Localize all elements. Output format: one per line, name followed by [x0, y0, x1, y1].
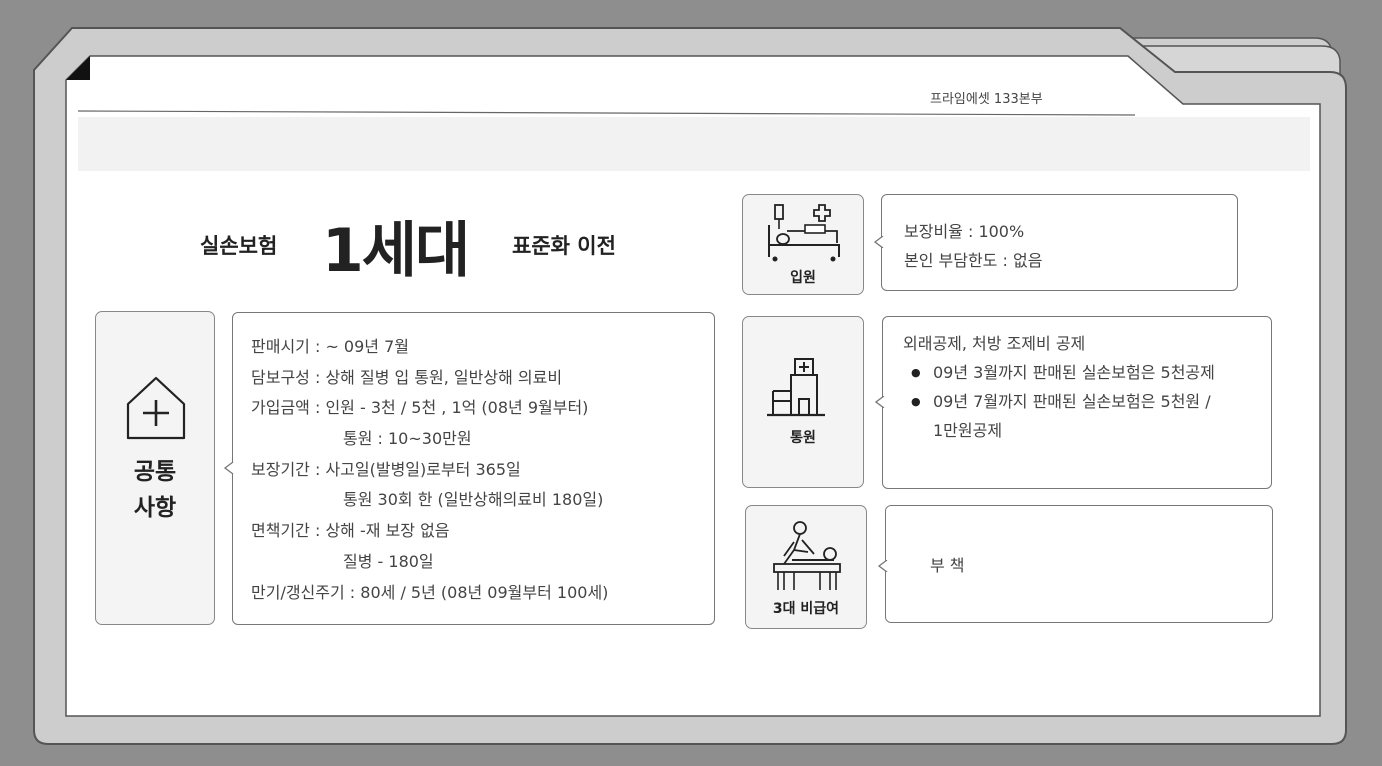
detail-amount-outpatient: 통원 : 10~30만원 [343, 429, 472, 449]
callout-notch [875, 396, 885, 408]
inpatient-label: 입원 [790, 270, 816, 286]
hospital-building-icon [767, 358, 825, 417]
detail-coverage: 담보구성 : 상해 질병 입 통원, 일반상해 의료비 [251, 367, 563, 387]
title-main: 1세대 [322, 216, 470, 286]
massage-therapy-icon [773, 521, 841, 590]
inpatient-line-ratio: 보장비율 : 100% [904, 222, 1025, 241]
house-plus-icon [126, 376, 186, 440]
callout-notch [878, 560, 888, 572]
outpatient-bullet: 09년 7월까지 판매된 실손보험은 5천원 / 1만원공제 [911, 387, 1223, 445]
title-prefix: 실손보험 [200, 234, 278, 258]
hospital-bed-icon [768, 204, 840, 262]
detail-amount: 가입금액 : 인원 - 3천 / 5천 , 1억 (08년 9월부터) [251, 398, 589, 418]
outpatient-box: 외래공제, 처방 조제비 공제 09년 3월까지 판매된 실손보험은 5천공제 … [882, 316, 1272, 489]
non-covered-box: 부 책 [885, 505, 1273, 623]
non-covered-tile: 3대 비급여 [745, 505, 867, 629]
detail-sale-period: 판매시기 : ~ 09년 7월 [251, 337, 409, 356]
outpatient-bullets: 09년 3월까지 판매된 실손보험은 5천공제 09년 7월까지 판매된 실손보… [903, 358, 1271, 445]
callout-notch [874, 236, 884, 248]
inpatient-box: 보장비율 : 100% 본인 부담한도 : 없음 [881, 194, 1238, 291]
header-band [78, 117, 1310, 171]
outpatient-heading: 외래공제, 처방 조제비 공제 [903, 334, 1086, 353]
detail-exemption-disease: 질병 - 180일 [343, 551, 434, 571]
inpatient-tile: 입원 [742, 194, 864, 295]
non-covered-text: 부 책 [930, 556, 965, 575]
page-title: 실손보험 1세대 표준화 이전 [190, 200, 710, 286]
non-covered-label: 3대 비급여 [772, 601, 840, 617]
detail-exemption: 면책기간 : 상해 -재 보장 없음 [251, 521, 450, 541]
org-label: 프라임에셋 133본부 [930, 92, 1043, 107]
callout-notch [224, 462, 234, 474]
common-details: 판매시기 : ~ 09년 7월 담보구성 : 상해 질병 입 통원, 일반상해 … [232, 312, 715, 625]
detail-maturity: 만기/갱신주기 : 80세 / 5년 (08년 09월부터 100세) [251, 582, 609, 602]
outpatient-label: 통원 [790, 430, 816, 446]
title-suffix: 표준화 이전 [512, 234, 616, 258]
common-tile: 공통 사항 [95, 311, 215, 625]
detail-period: 보장기간 : 사고일(발병일)로부터 365일 [251, 459, 521, 479]
outpatient-bullet: 09년 3월까지 판매된 실손보험은 5천공제 [911, 358, 1223, 387]
outpatient-tile: 통원 [742, 316, 864, 488]
inpatient-line-limit: 본인 부담한도 : 없음 [904, 251, 1043, 270]
common-label: 공통 사항 [133, 459, 177, 521]
detail-period-outpatient: 통원 30회 한 (일반상해의료비 180일) [343, 490, 604, 510]
